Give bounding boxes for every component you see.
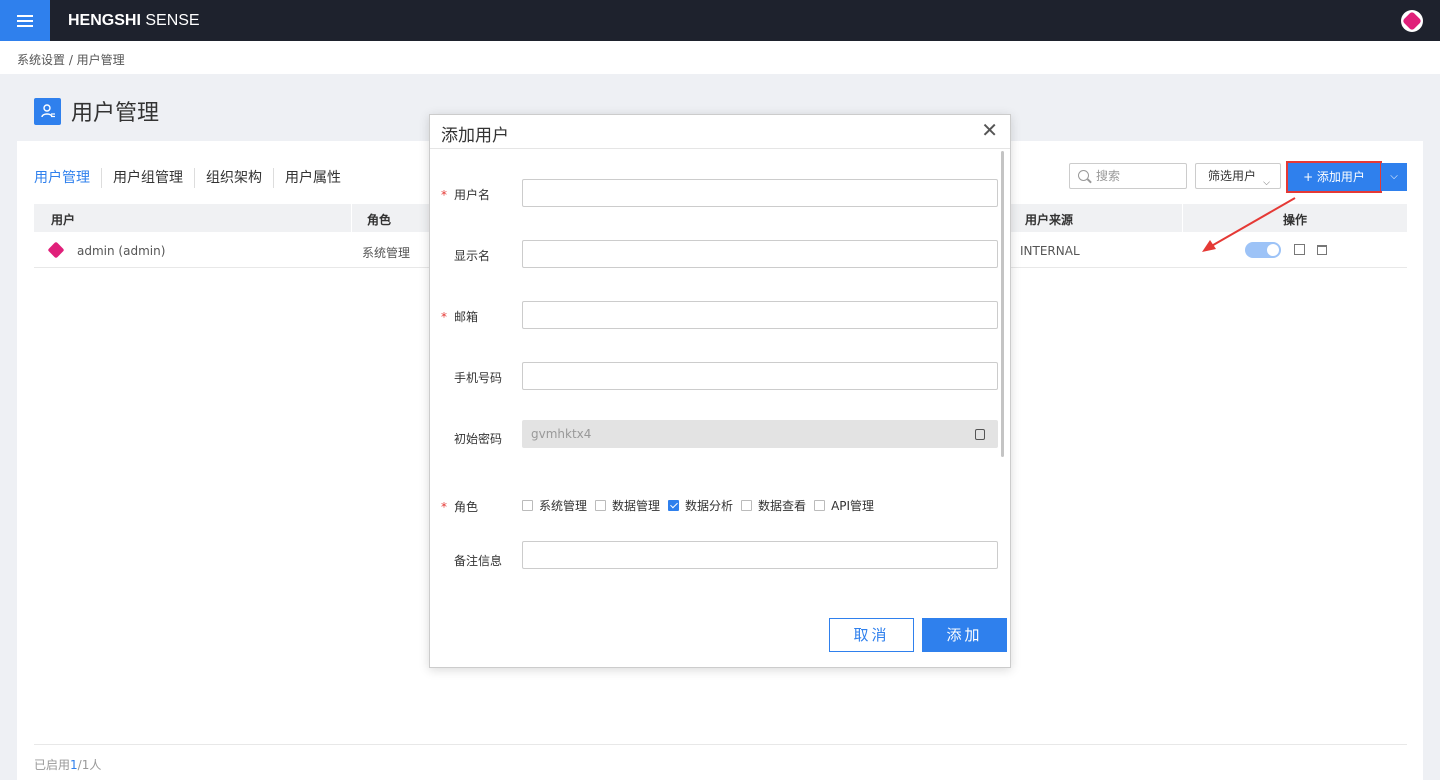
column-header-user: 用户 — [51, 213, 76, 227]
menu-button[interactable] — [0, 0, 50, 41]
role-option-system-admin[interactable]: 系统管理 — [522, 497, 587, 514]
note-input[interactable] — [522, 541, 998, 569]
cell-source: INTERNAL — [1020, 244, 1080, 258]
field-role: * 角色 系统管理 数据管理 数据分析 数据查看 API管理 — [430, 491, 1000, 521]
phone-label: 手机号码 — [454, 371, 503, 385]
brand-logo: HENGSHI SENSE — [68, 12, 200, 29]
add-button[interactable]: 添加 — [922, 618, 1007, 652]
trash-icon[interactable] — [1317, 245, 1327, 255]
cancel-button[interactable]: 取消 — [829, 618, 914, 652]
search-icon — [1078, 170, 1089, 181]
phone-input[interactable] — [522, 362, 998, 390]
display-name-label: 显示名 — [454, 249, 491, 263]
annotation-arrow — [1202, 197, 1296, 252]
role-option-api-admin[interactable]: API管理 — [814, 497, 874, 514]
field-display-name: 显示名 — [430, 240, 1000, 270]
dialog-header: 添加用户 ✕ — [430, 115, 1010, 149]
tab-bar: 用户管理 用户组管理 组织架构 用户属性 — [34, 168, 352, 188]
breadcrumb: 系统设置 / 用户管理 — [0, 41, 1440, 74]
role-option-data-admin[interactable]: 数据管理 — [595, 497, 660, 514]
field-username: * 用户名 — [430, 179, 1000, 209]
checkbox[interactable] — [522, 500, 533, 511]
add-user-dialog: 添加用户 ✕ * 用户名 显示名 * 邮箱 手机号码 初始密码 gvmhktx4… — [429, 114, 1011, 668]
tab-user-group-management[interactable]: 用户组管理 — [101, 168, 194, 188]
email-label: 邮箱 — [454, 310, 479, 324]
email-input[interactable] — [522, 301, 998, 329]
filter-users-label: 筛选用户 — [1208, 169, 1257, 183]
enabled-count: 已启用1/1人 — [34, 758, 102, 772]
page-header: 用户管理 — [34, 95, 159, 127]
required-marker: * — [441, 188, 447, 202]
user-avatar[interactable] — [1401, 10, 1423, 32]
hamburger-icon — [17, 14, 33, 27]
role-option-data-analyst[interactable]: 数据分析 — [668, 497, 733, 514]
username-label: 用户名 — [454, 188, 491, 202]
user-management-icon — [34, 97, 61, 125]
dialog-scrollbar[interactable] — [1001, 151, 1004, 457]
tab-user-attributes[interactable]: 用户属性 — [273, 168, 352, 188]
required-marker: * — [441, 310, 447, 324]
add-user-button[interactable]: + 添加用户 — [1286, 161, 1382, 193]
required-marker: * — [441, 500, 447, 514]
footer-divider — [34, 744, 1407, 745]
column-header-source: 用户来源 — [1025, 213, 1074, 227]
filter-users-dropdown[interactable]: 筛选用户 ⌵ — [1195, 163, 1281, 189]
cell-user: admin (admin) — [77, 244, 166, 258]
dialog-title: 添加用户 — [441, 126, 509, 146]
field-note: 备注信息 — [430, 541, 1000, 571]
checkbox[interactable] — [814, 500, 826, 511]
add-user-dropdown-button[interactable]: ⌵ — [1381, 163, 1407, 191]
page-title: 用户管理 — [71, 101, 160, 126]
role-checkbox-group: 系统管理 数据管理 数据分析 数据查看 API管理 — [522, 497, 882, 514]
field-email: * 邮箱 — [430, 301, 1000, 331]
close-icon[interactable]: ✕ — [981, 118, 998, 142]
cell-role: 系统管理 — [362, 246, 411, 260]
column-header-role: 角色 — [367, 213, 392, 227]
tab-user-management[interactable]: 用户管理 — [34, 168, 101, 188]
field-init-password: 初始密码 gvmhktx4 — [430, 420, 1000, 450]
role-label: 角色 — [454, 500, 479, 514]
init-password-input: gvmhktx4 — [522, 420, 998, 448]
init-password-label: 初始密码 — [454, 432, 503, 446]
note-label: 备注信息 — [454, 554, 503, 568]
role-option-data-viewer[interactable]: 数据查看 — [741, 497, 806, 514]
chevron-down-icon: ⌵ — [1263, 178, 1270, 188]
checkbox[interactable] — [595, 500, 607, 511]
field-phone: 手机号码 — [430, 362, 1000, 392]
top-bar: HENGSHI SENSE — [0, 0, 1440, 41]
chevron-down-icon: ⌵ — [1390, 171, 1398, 182]
copy-icon[interactable] — [975, 429, 985, 440]
search-input[interactable]: 搜索 — [1069, 163, 1187, 189]
tab-org-structure[interactable]: 组织架构 — [194, 168, 273, 188]
checkbox-checked[interactable] — [668, 500, 680, 511]
username-input[interactable] — [522, 179, 998, 207]
checkbox[interactable] — [741, 500, 753, 511]
user-type-icon — [47, 241, 65, 259]
display-name-input[interactable] — [522, 240, 998, 268]
search-placeholder: 搜索 — [1096, 169, 1121, 183]
init-password-value: gvmhktx4 — [531, 427, 592, 441]
avatar-icon — [1402, 11, 1422, 31]
